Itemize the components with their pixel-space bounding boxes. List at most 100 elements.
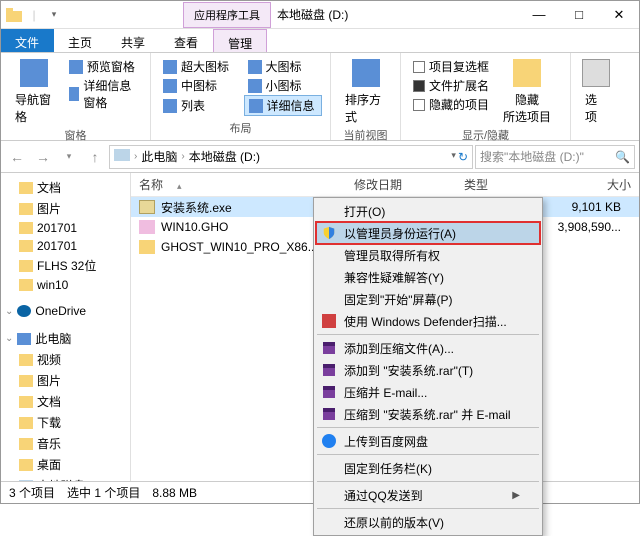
ribbon-group-show: 显示/隐藏 — [409, 127, 562, 143]
folder-icon — [19, 279, 33, 291]
close-button[interactable]: ✕ — [599, 1, 639, 29]
search-box[interactable]: 搜索"本地磁盘 (D:)" 🔍 — [475, 145, 635, 169]
file-tab[interactable]: 文件 — [1, 29, 54, 52]
menu-item[interactable]: 添加到压缩文件(A)... — [316, 337, 540, 359]
menu-item[interactable]: 以管理员身份运行(A) — [316, 222, 540, 244]
menu-label: 还原以前的版本(V) — [344, 514, 444, 531]
baidu-icon — [321, 433, 337, 449]
menu-item[interactable]: 还原以前的版本(V) — [316, 511, 540, 533]
menu-label: 固定到"开始"屏幕(P) — [344, 291, 453, 308]
status-selection: 选中 1 个项目 — [67, 484, 140, 501]
medium-icons[interactable]: 中图标 — [159, 76, 238, 95]
menu-item[interactable]: 固定到任务栏(K) — [316, 457, 540, 479]
menu-item[interactable]: 固定到"开始"屏幕(P) — [316, 288, 540, 310]
menu-item[interactable]: 上传到百度网盘 — [316, 430, 540, 452]
breadcrumb-sep[interactable]: › — [134, 151, 137, 162]
minimize-button[interactable]: — — [519, 1, 559, 29]
menu-item[interactable]: 通过QQ发送到▶ — [316, 484, 540, 506]
breadcrumb-sep[interactable]: › — [181, 151, 184, 162]
breadcrumb-drive[interactable]: 本地磁盘 (D:) — [189, 148, 260, 165]
details-pane-button[interactable]: 详细信息窗格 — [65, 76, 142, 112]
manage-tab[interactable]: 管理 — [213, 29, 267, 52]
tree-item[interactable]: ⌄OneDrive — [1, 302, 130, 320]
expand-icon[interactable]: ⌄ — [5, 306, 13, 317]
col-name[interactable]: 名称▴ — [131, 176, 346, 193]
tree-item[interactable]: 201701 — [1, 219, 130, 237]
tree-label: 201701 — [37, 239, 77, 253]
col-date[interactable]: 修改日期 — [346, 176, 456, 193]
folder-icon — [19, 438, 33, 450]
search-icon[interactable]: 🔍 — [615, 150, 630, 164]
chk-extensions[interactable]: 文件扩展名 — [409, 76, 493, 95]
chk-hidden[interactable]: 隐藏的项目 — [409, 95, 493, 114]
small-icons[interactable]: 小图标 — [244, 76, 323, 95]
tree-item[interactable]: 图片 — [1, 198, 130, 219]
tree-item[interactable]: ⌄此电脑 — [1, 328, 130, 349]
large-icons[interactable]: 大图标 — [244, 57, 323, 76]
tree-item[interactable]: 桌面 — [1, 454, 130, 475]
tree-item[interactable]: win10 — [1, 276, 130, 294]
tree-label: 视频 — [37, 351, 61, 368]
nav-pane-button[interactable]: 导航窗格 — [9, 57, 59, 127]
preview-pane-button[interactable]: 预览窗格 — [65, 57, 142, 76]
addr-dropdown-icon[interactable]: ▾ — [451, 150, 456, 164]
options-icon — [582, 59, 610, 87]
col-size[interactable]: 大小 — [526, 176, 639, 193]
col-type[interactable]: 类型 — [456, 176, 526, 193]
back-button[interactable]: ← — [5, 145, 29, 169]
menu-item[interactable]: 管理员取得所有权 — [316, 244, 540, 266]
tree-item[interactable]: 201701 — [1, 237, 130, 255]
tree-item[interactable]: 文档 — [1, 391, 130, 412]
sort-button[interactable]: 排序方式 — [339, 57, 392, 127]
refresh-icon[interactable]: ↻ — [458, 150, 468, 164]
preview-icon — [69, 60, 83, 74]
drive-icon — [114, 149, 130, 164]
options-button[interactable]: 选项 — [579, 57, 613, 127]
menu-item[interactable]: 兼容性疑难解答(Y) — [316, 266, 540, 288]
up-button[interactable]: ↑ — [83, 145, 107, 169]
recent-dropdown[interactable]: ▾ — [57, 145, 81, 169]
menu-item[interactable]: 压缩并 E-mail... — [316, 381, 540, 403]
checkbox-icon — [413, 61, 425, 73]
column-headers[interactable]: 名称▴ 修改日期 类型 大小 — [131, 173, 639, 197]
menu-item[interactable]: 压缩到 "安装系统.rar" 并 E-mail — [316, 403, 540, 425]
folder-icon — [19, 375, 33, 387]
details-pane-icon — [69, 87, 80, 101]
tree-item[interactable]: 文档 — [1, 177, 130, 198]
qat-dropdown-icon[interactable]: ▾ — [45, 6, 63, 24]
share-tab[interactable]: 共享 — [107, 29, 160, 52]
tree-item[interactable]: 音乐 — [1, 433, 130, 454]
menu-label: 管理员取得所有权 — [344, 247, 440, 264]
expand-icon[interactable]: ⌄ — [5, 333, 13, 344]
menu-item[interactable]: 添加到 "安装系统.rar"(T) — [316, 359, 540, 381]
tree-item[interactable]: FLHS 32位 — [1, 255, 130, 276]
tree-label: FLHS 32位 — [37, 257, 96, 274]
view-tab[interactable]: 查看 — [160, 29, 213, 52]
menu-label: 上传到百度网盘 — [344, 433, 428, 450]
hide-selected-button[interactable]: 隐藏 所选项目 — [497, 57, 557, 127]
menu-item[interactable]: 打开(O) — [316, 200, 540, 222]
app-tools-tab[interactable]: 应用程序工具 — [183, 2, 271, 28]
rar-icon — [321, 362, 337, 378]
list-view[interactable]: 列表 — [159, 95, 238, 116]
tree-label: 文档 — [37, 393, 61, 410]
maximize-button[interactable]: □ — [559, 1, 599, 29]
nav-tree[interactable]: 文档图片201701201701FLHS 32位win10⌄OneDrive⌄此… — [1, 173, 131, 483]
gho-icon — [139, 220, 155, 234]
details-view[interactable]: 详细信息 — [244, 95, 323, 116]
rar-icon — [321, 340, 337, 356]
tree-label: 下载 — [37, 414, 61, 431]
tree-item[interactable]: 下载 — [1, 412, 130, 433]
extra-large-icons[interactable]: 超大图标 — [159, 57, 238, 76]
tree-item[interactable]: 图片 — [1, 370, 130, 391]
breadcrumb-thispc[interactable]: 此电脑 — [141, 148, 177, 165]
checkbox-icon — [413, 80, 425, 92]
chk-item-boxes[interactable]: 项目复选框 — [409, 57, 493, 76]
address-bar[interactable]: › 此电脑 › 本地磁盘 (D:) ▾ ↻ — [109, 145, 473, 169]
menu-label: 打开(O) — [344, 203, 385, 220]
tree-item[interactable]: 视频 — [1, 349, 130, 370]
menu-item[interactable]: 使用 Windows Defender扫描... — [316, 310, 540, 332]
forward-button[interactable]: → — [31, 145, 55, 169]
status-item-count: 3 个项目 — [9, 484, 55, 501]
home-tab[interactable]: 主页 — [54, 29, 107, 52]
